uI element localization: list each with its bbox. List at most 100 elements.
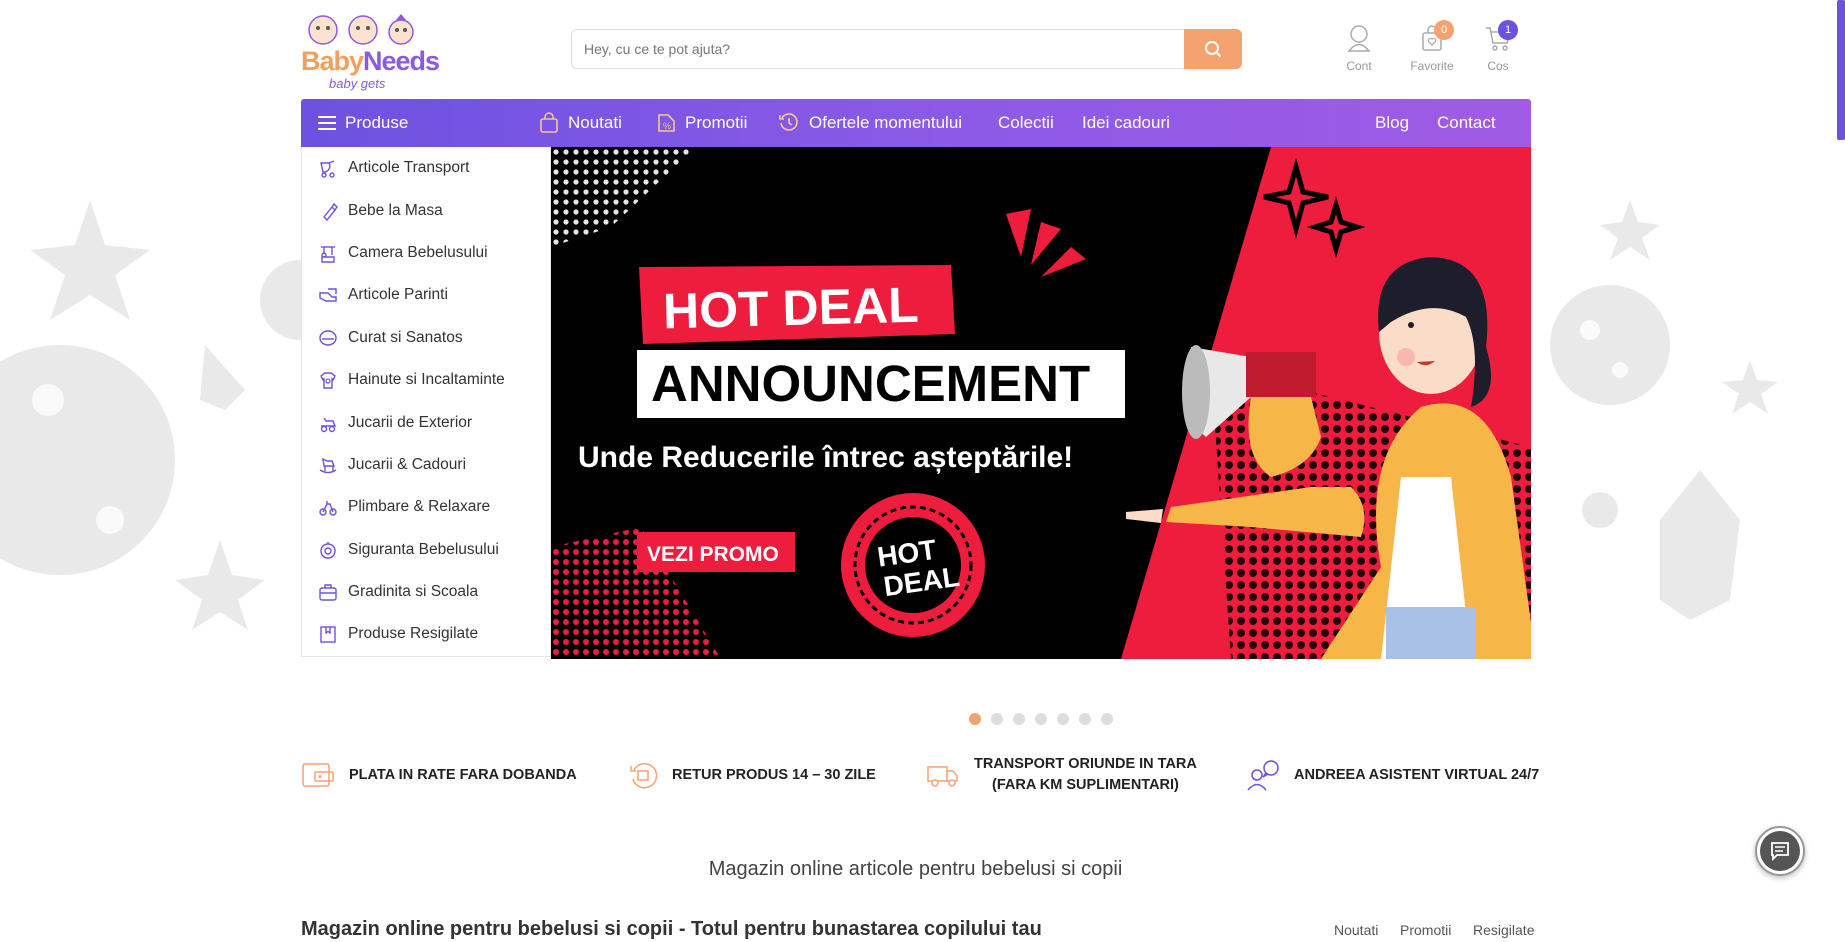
chat-bubble-icon bbox=[1771, 842, 1789, 862]
nav-item-idei-cadouri[interactable]: Idei cadouri bbox=[1082, 99, 1170, 147]
carousel-dot[interactable] bbox=[1101, 713, 1113, 725]
logo-baby-faces-icon bbox=[308, 14, 414, 45]
feature-transport: TRANSPORT ORIUNDE IN TARA (FARA KM SUPLIM… bbox=[926, 752, 1197, 798]
carousel-dot[interactable] bbox=[1035, 713, 1047, 725]
nav-products-menu[interactable]: Produse bbox=[318, 99, 408, 147]
sidebar-category-label: Siguranta Bebelusului bbox=[348, 540, 499, 558]
feature-installments: PLATA IN RATE FARA DOBANDA bbox=[301, 752, 577, 798]
banner-cta[interactable]: VEZI PROMO bbox=[647, 543, 779, 566]
banner-subline: Unde Reducerile întrec așteptările! bbox=[578, 441, 1073, 474]
carousel-dot[interactable] bbox=[969, 713, 981, 725]
search-button[interactable] bbox=[1184, 29, 1242, 69]
bag-icon bbox=[540, 112, 558, 133]
sidebar-category-item[interactable]: Bebe la Masa bbox=[302, 189, 550, 231]
nav-item-ofertele-momentului[interactable]: Ofertele momentului bbox=[778, 99, 962, 147]
promo-banner[interactable]: HOT DEAL ANNOUNCEMENT Unde Reducerile în… bbox=[551, 147, 1531, 659]
sidebar-category-item[interactable]: Produse Resigilate bbox=[302, 613, 550, 655]
chat-widget-button[interactable] bbox=[1755, 826, 1805, 876]
site-tagline: Magazin online articole pentru bebelusi … bbox=[708, 858, 1123, 880]
sidebar-category-label: Produse Resigilate bbox=[348, 625, 479, 643]
svg-text:%: % bbox=[663, 121, 671, 131]
sidebar-category-label: Curat si Sanatos bbox=[348, 328, 463, 346]
baby-bottle-icon bbox=[323, 202, 338, 221]
bath-tub-icon bbox=[319, 330, 337, 346]
rocking-horse-icon bbox=[319, 457, 337, 474]
feature-returns: RETUR PRODUS 14 – 30 ZILE bbox=[628, 752, 876, 798]
sidebar-category-item[interactable]: Plimbare & Relaxare bbox=[302, 486, 550, 528]
search-bar bbox=[571, 29, 1242, 69]
percent-tag-icon: % bbox=[658, 114, 675, 132]
logo-subtitle: baby gets bbox=[329, 76, 386, 91]
ride-on-toy-icon bbox=[320, 417, 337, 432]
sidebar-category-label: Articole Parinti bbox=[348, 286, 448, 304]
favorites-label: Favorite bbox=[1410, 59, 1454, 73]
nav-item-contact[interactable]: Contact bbox=[1437, 99, 1496, 147]
nav-item-promotii[interactable]: % Promotii bbox=[656, 99, 747, 147]
sidebar-category-item[interactable]: Camera Bebelusului bbox=[302, 232, 550, 274]
favorites-link[interactable]: Favorite 0 bbox=[1402, 20, 1462, 73]
site-header: BabyNeeds baby gets Cont Favorite 0 Cos … bbox=[301, 0, 1531, 98]
nav-products-label: Produse bbox=[345, 113, 409, 132]
hamburger-menu-icon bbox=[318, 116, 336, 130]
resealed-box-icon bbox=[320, 626, 336, 644]
banner-headline1: HOT DEAL bbox=[662, 277, 919, 340]
cart-count-badge: 1 bbox=[1498, 20, 1518, 40]
virtual-assistant-icon bbox=[1247, 760, 1279, 791]
carousel-dot[interactable] bbox=[1013, 713, 1025, 725]
banner-headline2: ANNOUNCEMENT bbox=[651, 355, 1090, 412]
section-link-promotii[interactable]: Promotii bbox=[1400, 922, 1451, 938]
carousel-dot[interactable] bbox=[1079, 713, 1091, 725]
history-clock-icon bbox=[779, 113, 798, 131]
sidebar-category-item[interactable]: Articole Parinti bbox=[302, 274, 550, 316]
sidebar-category-label: Camera Bebelusului bbox=[348, 243, 488, 261]
nav-item-colectii[interactable]: Colectii bbox=[998, 99, 1054, 147]
carousel-dot[interactable] bbox=[1057, 713, 1069, 725]
tricycle-icon bbox=[319, 501, 337, 517]
return-package-icon bbox=[630, 763, 658, 789]
sidebar-category-item[interactable]: Hainute si Incaltaminte bbox=[302, 359, 550, 401]
site-logo[interactable]: BabyNeeds baby gets bbox=[301, 12, 440, 91]
category-sidebar: Articole Transport Bebe la Masa Camera Beb… bbox=[301, 147, 551, 657]
page-scrollbar[interactable] bbox=[1837, 0, 1845, 140]
account-label: Cont bbox=[1346, 59, 1372, 73]
hot-deal-badge: HOT DEAL bbox=[841, 493, 985, 637]
safety-icon bbox=[320, 541, 336, 559]
nav-item-noutati[interactable]: Noutati bbox=[539, 99, 622, 147]
sidebar-category-item[interactable]: Curat si Sanatos bbox=[302, 317, 550, 359]
sidebar-category-item[interactable]: Gradinita si Scoala bbox=[302, 571, 550, 613]
cart-label: Cos bbox=[1487, 59, 1509, 73]
parent-hands-icon bbox=[319, 288, 337, 303]
section-title: Magazin online pentru bebelusi si copii … bbox=[301, 918, 1042, 940]
account-link[interactable]: Cont bbox=[1329, 24, 1389, 73]
sidebar-category-label: Bebe la Masa bbox=[348, 201, 443, 219]
search-input[interactable] bbox=[584, 30, 1164, 68]
search-icon bbox=[1205, 41, 1222, 58]
baby-clothes-icon bbox=[320, 372, 336, 389]
nav-item-blog[interactable]: Blog bbox=[1375, 99, 1409, 147]
carousel-dot[interactable] bbox=[991, 713, 1003, 725]
school-bag-icon bbox=[319, 584, 337, 601]
section-link-resigilate[interactable]: Resigilate bbox=[1473, 922, 1534, 938]
sidebar-category-item[interactable]: Siguranta Bebelusului bbox=[302, 529, 550, 571]
sidebar-category-label: Jucarii de Exterior bbox=[348, 413, 473, 431]
logo-brand: BabyNeeds bbox=[301, 46, 440, 76]
main-navigation: Produse Noutati % Promotii Ofertele mome… bbox=[301, 99, 1531, 147]
sidebar-category-item[interactable]: Jucarii & Cadouri bbox=[302, 444, 550, 486]
sidebar-category-label: Articole Transport bbox=[348, 159, 470, 177]
feature-virtual-assistant[interactable]: ANDREEA ASISTENT VIRTUAL 24/7 bbox=[1246, 752, 1539, 798]
sidebar-category-label: Hainute si Incaltaminte bbox=[348, 371, 505, 389]
sidebar-category-item[interactable]: Jucarii de Exterior bbox=[302, 401, 550, 443]
carousel-pagination bbox=[969, 713, 1113, 725]
section-link-noutati[interactable]: Noutati bbox=[1334, 922, 1378, 938]
sidebar-category-label: Plimbare & Relaxare bbox=[348, 498, 491, 516]
favorites-count-badge: 0 bbox=[1434, 20, 1454, 40]
sidebar-category-label: Jucarii & Cadouri bbox=[348, 455, 467, 473]
sidebar-category-item[interactable]: Articole Transport bbox=[302, 147, 550, 189]
banner-artwork: HOT DEAL ANNOUNCEMENT Unde Reducerile în… bbox=[551, 147, 1531, 659]
sidebar-category-label: Gradinita si Scoala bbox=[348, 583, 479, 601]
cart-link[interactable]: Cos 1 bbox=[1468, 20, 1528, 73]
stroller-icon bbox=[320, 160, 335, 178]
card-wallet-icon bbox=[302, 763, 334, 787]
user-account-icon bbox=[1347, 25, 1371, 52]
crib-mobile-icon bbox=[321, 246, 335, 263]
